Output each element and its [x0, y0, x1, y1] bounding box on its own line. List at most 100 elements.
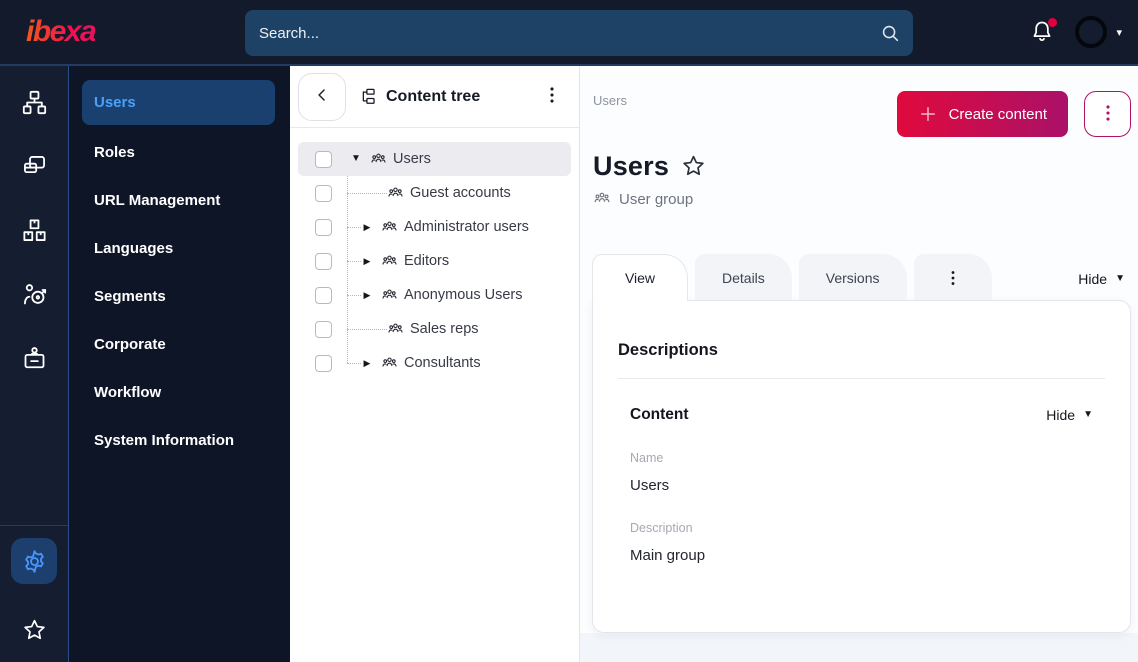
- tree-item-checkbox[interactable]: [315, 320, 332, 338]
- field-label: Name: [630, 451, 664, 465]
- corporate-badge-icon[interactable]: [14, 338, 54, 378]
- notification-dot: [1048, 18, 1058, 27]
- tree-item-label: Editors: [404, 253, 450, 269]
- sidebar-item-languages[interactable]: Languages: [69, 224, 290, 272]
- content-type-row: User group: [593, 190, 1131, 208]
- tree-connector: [347, 328, 387, 330]
- personalization-icon[interactable]: [14, 274, 54, 314]
- tree-item-checkbox[interactable]: [315, 150, 332, 168]
- tabs-bar: View Details Versions Hide ▼: [580, 254, 1138, 302]
- collapse-tree-button[interactable]: [298, 72, 346, 121]
- tree-item-checkbox[interactable]: [315, 184, 332, 202]
- tabs-overflow-kebab-button[interactable]: [913, 254, 992, 300]
- tree-connector: [347, 362, 361, 364]
- user-avatar[interactable]: [1075, 16, 1108, 48]
- caret-right-icon[interactable]: ▶: [361, 290, 373, 300]
- caret-right-icon[interactable]: ▶: [361, 358, 373, 368]
- settings-icon[interactable]: [11, 538, 57, 584]
- chevron-left-icon: [312, 85, 332, 108]
- main-nav-rail: [0, 66, 69, 662]
- id-badge-icon: [21, 345, 48, 372]
- content-tree-header: Content tree: [290, 66, 579, 128]
- app-window: ibexa ▾ Users Roles URL Management Language…: [0, 0, 1138, 662]
- field-value: Main group: [630, 547, 706, 564]
- content-tree-title-label: Content tree: [386, 87, 481, 105]
- sidebar-item-label: Corporate: [94, 335, 166, 353]
- content-type-label: User group: [619, 190, 694, 208]
- tab-versions[interactable]: Versions: [798, 254, 907, 300]
- tree-item-consultants[interactable]: ▶ Consultants: [298, 346, 571, 380]
- tree-item-editors[interactable]: ▶ Editors: [298, 244, 571, 278]
- section-title: Content: [630, 406, 689, 423]
- field-name: Name Users: [618, 451, 1105, 494]
- tree-item-checkbox[interactable]: [315, 354, 332, 372]
- tree-item-checkbox[interactable]: [315, 286, 332, 304]
- content-tree-icon: [359, 87, 378, 106]
- user-menu-caret-icon[interactable]: ▾: [1116, 26, 1122, 39]
- tree-item-checkbox[interactable]: [315, 252, 332, 270]
- sidebar-item-label: URL Management: [94, 191, 221, 209]
- user-group-icon: [381, 287, 398, 304]
- tree-item-administrator-users[interactable]: ▶ Administrator users: [298, 210, 571, 244]
- user-group-icon: [387, 185, 404, 202]
- breadcrumb[interactable]: Users: [593, 93, 627, 108]
- caret-right-icon[interactable]: ▶: [361, 256, 373, 266]
- tree-item-users[interactable]: ▼ Users: [298, 142, 571, 176]
- tree-item-guest-accounts[interactable]: Guest accounts: [298, 176, 571, 210]
- sidebar-item-label: Workflow: [94, 383, 162, 401]
- content-tree-list: ▼ Users Guest accounts ▶ Administrator users…: [290, 128, 579, 380]
- caret-right-icon[interactable]: ▶: [361, 222, 373, 232]
- sidebar-item-workflow[interactable]: Workflow: [69, 368, 290, 416]
- create-content-button[interactable]: Create content: [896, 91, 1068, 137]
- pages-icon[interactable]: [14, 146, 54, 186]
- card-divider: [618, 378, 1105, 379]
- hide-tabs-control[interactable]: Hide ▼: [1072, 270, 1131, 288]
- sidebar-item-url-management[interactable]: URL Management: [69, 176, 290, 224]
- user-group-icon: [381, 355, 398, 372]
- search-icon: [879, 22, 901, 44]
- tree-connector: [347, 226, 361, 228]
- tree-connector: [347, 294, 361, 296]
- sidebar-item-label: System Information: [94, 431, 235, 449]
- sidebar-item-segments[interactable]: Segments: [69, 272, 290, 320]
- notifications-bell-icon[interactable]: [1029, 18, 1058, 48]
- bell-icon: [1029, 21, 1055, 48]
- gear-icon: [21, 548, 48, 575]
- tree-item-checkbox[interactable]: [315, 218, 332, 236]
- content-tree-kebab-button[interactable]: [539, 84, 565, 110]
- pages-icon: [21, 153, 48, 180]
- tab-label: View: [624, 269, 656, 286]
- sidebar-item-roles[interactable]: Roles: [69, 128, 290, 176]
- bookmarks-icon[interactable]: [14, 610, 54, 650]
- tree-item-label: Anonymous Users: [404, 287, 523, 303]
- tab-label: Versions: [825, 269, 880, 286]
- page-title: Users: [593, 151, 670, 181]
- content-structure-icon[interactable]: [14, 82, 54, 122]
- search-input[interactable]: [245, 10, 913, 56]
- tree-item-label: Users: [393, 151, 431, 167]
- user-group-icon: [370, 151, 387, 168]
- tree-item-anonymous-users[interactable]: ▶ Anonymous Users: [298, 278, 571, 312]
- tree-connector: [347, 192, 387, 194]
- sidebar-item-corporate[interactable]: Corporate: [69, 320, 290, 368]
- products-icon[interactable]: [14, 210, 54, 250]
- page-actions-kebab-button[interactable]: [1084, 91, 1131, 137]
- hide-section-control[interactable]: Hide ▼: [1040, 406, 1099, 424]
- descriptions-card: Descriptions Content Hide ▼ Name Users Des…: [592, 300, 1131, 633]
- tab-details[interactable]: Details: [695, 254, 792, 300]
- tree-item-sales-reps[interactable]: Sales reps: [298, 312, 571, 346]
- rail-bottom: [0, 525, 68, 662]
- content-tree-title: Content tree: [359, 87, 480, 106]
- caret-down-icon[interactable]: ▼: [350, 154, 362, 164]
- topbar: ibexa ▾: [0, 0, 1138, 66]
- sidebar-item-system-information[interactable]: System Information: [69, 416, 290, 464]
- caret-down-icon: ▼: [1115, 273, 1125, 284]
- bookmark-star-icon[interactable]: [680, 153, 707, 180]
- tab-view[interactable]: View: [592, 254, 688, 302]
- ibexa-logo[interactable]: ibexa: [26, 15, 97, 49]
- content-tree-panel: Content tree ▼ Users Guest accounts ▶ Admini…: [290, 66, 580, 662]
- user-group-icon: [381, 253, 398, 270]
- field-value: Users: [630, 477, 670, 494]
- sidebar-item-users[interactable]: Users: [82, 80, 275, 125]
- create-content-label: Create content: [948, 105, 1047, 123]
